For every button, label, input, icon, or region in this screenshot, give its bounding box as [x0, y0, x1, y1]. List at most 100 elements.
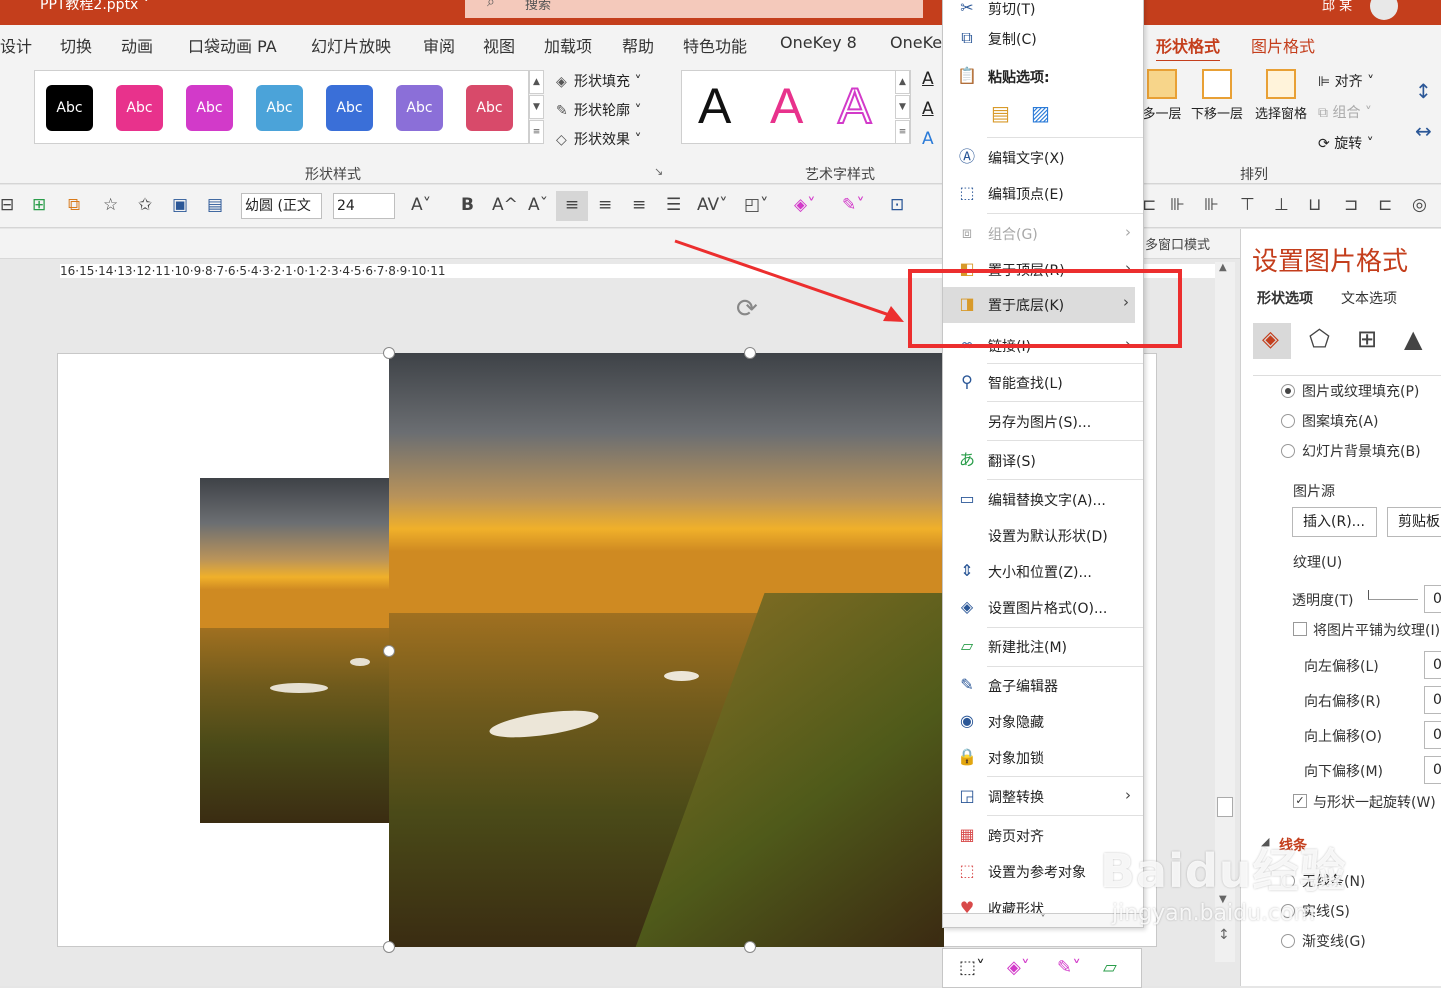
tab-transitions[interactable]: 切换	[60, 33, 92, 57]
menu-group[interactable]: ⧈ 组合(G) ›	[943, 216, 1143, 250]
crop-icon[interactable]: ⊡	[890, 195, 904, 215]
decrease-font-icon[interactable]: Aˇ	[528, 195, 548, 215]
tab-onekey[interactable]: OneKe	[890, 33, 942, 52]
effects-pentagon-icon[interactable]: ⬠	[1309, 325, 1330, 353]
distribute-icon[interactable]: ☰	[666, 195, 681, 215]
tab-text-options[interactable]: 文本选项	[1341, 288, 1397, 308]
transparency-slider[interactable]	[1368, 590, 1418, 600]
wordart-down-icon[interactable]: ▼	[895, 95, 910, 119]
align-right-icon[interactable]: ≡	[632, 195, 646, 215]
clipboard-button[interactable]: 剪贴板	[1387, 507, 1441, 537]
scroll-thumb[interactable]	[1217, 797, 1233, 817]
picture-icon[interactable]: ▲	[1404, 325, 1422, 353]
shape-style-1[interactable]: Abc	[46, 85, 93, 131]
radio-pattern-fill[interactable]	[1281, 414, 1295, 428]
new-comment-mini-icon[interactable]: ▱	[1103, 957, 1117, 978]
merge-shapes-icon[interactable]: ◎	[1412, 195, 1427, 215]
resize-handle-top[interactable]	[744, 347, 756, 359]
tab-slideshow[interactable]: 幻灯片放映	[311, 33, 391, 57]
menu-save-as-picture[interactable]: 另存为图片(S)...	[943, 404, 1143, 438]
menu-format-picture[interactable]: ◈ 设置图片格式(O)...	[943, 590, 1143, 624]
align-distribute-icon[interactable]: ⊏	[1378, 195, 1392, 215]
dialog-launcher-icon[interactable]: ↘	[654, 165, 663, 178]
align-top-objects-icon[interactable]: ⊤	[1240, 195, 1255, 215]
align-middle-objects-icon[interactable]: ⊪	[1170, 195, 1185, 215]
transparency-value[interactable]: 0	[1424, 585, 1441, 613]
shapes-icon[interactable]: ◰˅	[744, 195, 769, 215]
align-bottom-objects-icon[interactable]: ⊥	[1274, 195, 1289, 215]
rotate-button[interactable]: ⟳ 旋转 ˅	[1318, 133, 1374, 153]
fill-line-icon[interactable]: ◈	[1253, 323, 1291, 359]
text-box-icon[interactable]: ▣	[172, 195, 188, 215]
bold-icon[interactable]: B	[461, 195, 474, 215]
wordart-more-icon[interactable]: ≡	[895, 120, 910, 144]
text-effects-icon[interactable]: A	[922, 129, 934, 149]
tab-animations[interactable]: 动画	[121, 33, 153, 57]
offset-right-value[interactable]: 0	[1424, 686, 1441, 714]
wordart-style-3[interactable]: A	[837, 77, 872, 135]
resize-handle-tl[interactable]	[383, 347, 395, 359]
shape-style-2[interactable]: Abc	[116, 85, 163, 131]
shape-effects-button[interactable]: ◇ 形状效果 ˅	[556, 129, 641, 149]
tile-checkbox[interactable]	[1293, 622, 1307, 636]
selection-pane-button[interactable]: 选择窗格	[1250, 69, 1312, 122]
shape-style-3[interactable]: Abc	[186, 85, 233, 131]
radio-gradient-line[interactable]	[1281, 934, 1295, 948]
distribute-v-icon[interactable]: ⊔	[1308, 195, 1321, 215]
menu-translate[interactable]: あ翻译(S)	[943, 443, 1143, 477]
justify-icon[interactable]: ≡	[598, 195, 612, 215]
texture-label[interactable]: 纹理(U)	[1293, 552, 1342, 572]
bring-forward-button[interactable]: 多一层	[1140, 69, 1184, 122]
star-outline-icon[interactable]: ✩	[138, 195, 152, 215]
menu-adjust-convert[interactable]: ◲ 调整转换 ›	[943, 779, 1143, 813]
offset-left-value[interactable]: 0	[1424, 651, 1441, 679]
menu-size-position[interactable]: ⇕ 大小和位置(Z)...	[943, 554, 1143, 588]
menu-new-comment[interactable]: ▱ 新建批注(M)	[943, 629, 1143, 663]
wordart-style-1[interactable]: A	[698, 77, 731, 135]
search-box[interactable]: ⌕ 搜索	[465, 0, 923, 18]
shape-outline-button[interactable]: ✎ 形状轮廓 ˅	[556, 100, 641, 120]
menu-hide-object[interactable]: ◉ 对象隐藏	[943, 704, 1143, 738]
insert-button[interactable]: 插入(R)...	[1292, 507, 1377, 537]
tab-picture-format[interactable]: 图片格式	[1251, 33, 1315, 57]
align-center-text-icon[interactable]: ≡	[556, 191, 588, 221]
text-outline-icon[interactable]: A	[922, 99, 934, 119]
distribute-h-icon[interactable]: ⊪	[1204, 195, 1219, 215]
user-name[interactable]: 邱 某	[1322, 0, 1352, 14]
large-picture[interactable]	[389, 353, 944, 947]
increase-font-icon[interactable]: A^	[492, 195, 518, 215]
font-size-select[interactable]: 24	[333, 193, 395, 219]
resize-handle-bl[interactable]	[383, 941, 395, 953]
tab-onekey8[interactable]: OneKey 8	[780, 33, 857, 52]
gallery-up-icon[interactable]: ▲	[529, 70, 544, 94]
avatar[interactable]	[1370, 0, 1398, 20]
font-name-select[interactable]: 幼圆 (正文	[241, 193, 322, 219]
tab-shape-options[interactable]: 形状选项	[1257, 288, 1313, 308]
shape-style-5[interactable]: Abc	[326, 85, 373, 131]
menu-edit-text[interactable]: Ⓐ 编辑文字(X)	[943, 140, 1143, 174]
shape-style-4[interactable]: Abc	[256, 85, 303, 131]
align-button[interactable]: ⊫ 对齐 ˅	[1318, 71, 1374, 91]
menu-alt-text[interactable]: ▭ 编辑替换文字(A)...	[943, 482, 1143, 516]
tab-special-features[interactable]: 特色功能	[683, 33, 747, 57]
tab-pocket-animation[interactable]: 口袋动画 PA	[188, 33, 277, 57]
menu-smart-lookup[interactable]: ⚲ 智能查找(L)	[943, 365, 1143, 399]
paste-keep-format-icon[interactable]: ▤	[991, 101, 1010, 125]
text-frame-icon[interactable]: ▤	[207, 195, 223, 215]
menu-edit-points[interactable]: ⬚ 编辑顶点(E)	[943, 176, 1143, 210]
tab-review[interactable]: 审阅	[423, 33, 455, 57]
radio-picture-fill[interactable]	[1281, 384, 1295, 398]
replace-shape-icon[interactable]: ⧉	[68, 195, 80, 215]
offset-down-value[interactable]: 0	[1424, 756, 1441, 784]
layout-icon[interactable]: ⊟	[0, 195, 14, 215]
tab-shape-format[interactable]: 形状格式	[1156, 33, 1221, 63]
shape-fill-button[interactable]: ◈ 形状填充 ˅	[556, 71, 641, 91]
rotate-with-shape-checkbox[interactable]: ✓	[1293, 794, 1307, 808]
height-icon[interactable]: ↕	[1415, 79, 1432, 103]
shape-style-6[interactable]: Abc	[396, 85, 443, 131]
align-center-icon[interactable]: ⊞	[32, 195, 46, 215]
scroll-up-icon[interactable]: ▲	[1219, 262, 1227, 273]
menu-box-editor[interactable]: ✎ 盒子编辑器	[943, 668, 1143, 702]
radio-slide-bg-fill[interactable]	[1281, 444, 1295, 458]
wordart-style-2[interactable]: A	[770, 77, 803, 135]
